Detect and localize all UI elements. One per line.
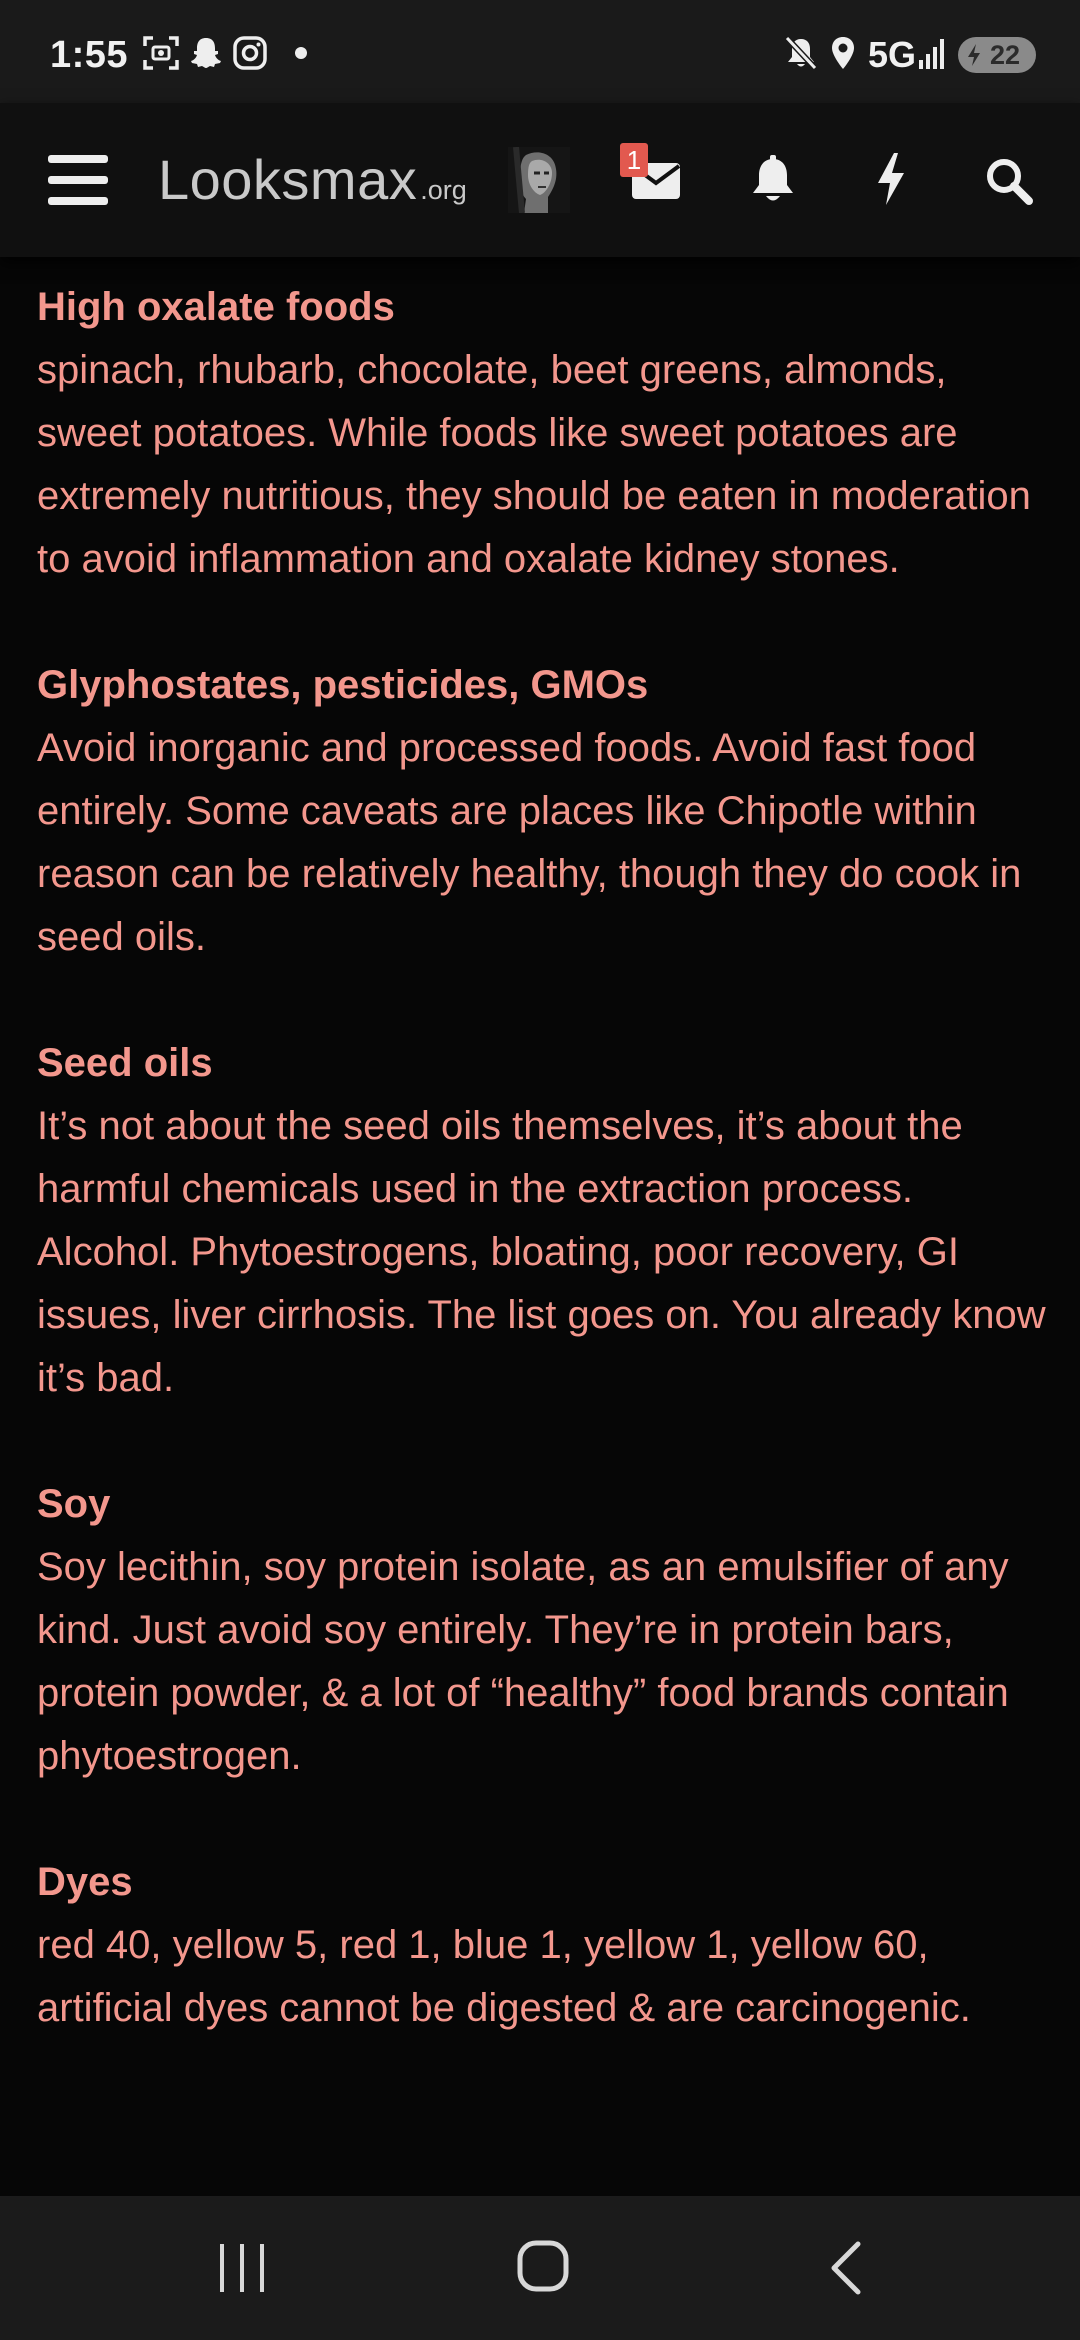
- location-icon: [830, 35, 856, 76]
- section-text: red 40, yellow 5, red 1, blue 1, yellow …: [37, 1923, 971, 2030]
- menu-icon[interactable]: [48, 155, 108, 210]
- section-text: Alcohol. Phytoestrogens, bloating, poor …: [37, 1230, 1046, 1400]
- section-oxalate: High oxalate foods spinach, rhubarb, cho…: [37, 276, 1047, 591]
- search-icon[interactable]: [985, 157, 1033, 210]
- section-seed-oils: Seed oils It’s not about the seed oils t…: [37, 1032, 1047, 1410]
- status-bar-left: 1:55: [50, 30, 308, 80]
- inbox-badge: 1: [620, 143, 648, 177]
- signal-icon: [918, 36, 948, 75]
- navigation-bar: [0, 2196, 1080, 2340]
- section-dyes: Dyes red 40, yellow 5, red 1, blue 1, ye…: [37, 1851, 1047, 2040]
- screenshot-icon: [142, 35, 180, 76]
- status-bar-right: 5G 22: [784, 30, 1036, 80]
- section-text: Soy lecithin, soy protein isolate, as an…: [37, 1545, 1009, 1778]
- section-title: Dyes: [37, 1860, 133, 1904]
- section-title: Glyphostates, pesticides, GMOs: [37, 663, 649, 707]
- recent-apps-button[interactable]: [218, 2242, 266, 2299]
- section-title: High oxalate foods: [37, 285, 395, 329]
- logo-suffix: .org: [420, 175, 467, 205]
- section-text: It’s not about the seed oils themselves,…: [37, 1104, 963, 1211]
- section-soy: Soy Soy lecithin, soy protein isolate, a…: [37, 1473, 1047, 1788]
- logo-text: Looksmax: [158, 148, 418, 211]
- site-logo[interactable]: Looksmax .org: [158, 147, 467, 212]
- mute-icon: [784, 35, 818, 76]
- snapchat-icon: [188, 35, 224, 76]
- home-button[interactable]: [517, 2240, 569, 2297]
- article-content: High oxalate foods spinach, rhubarb, cho…: [37, 276, 1047, 2103]
- instagram-icon: [232, 35, 268, 76]
- section-title: Soy: [37, 1482, 111, 1526]
- battery-charging-icon: 22: [958, 37, 1036, 73]
- back-button[interactable]: [826, 2240, 866, 2301]
- battery-level: 22: [989, 39, 1021, 70]
- bell-icon[interactable]: [751, 153, 795, 210]
- site-header: Looksmax .org 1: [0, 103, 1080, 257]
- network-type: 5G: [867, 34, 916, 75]
- dot-icon: [294, 46, 308, 65]
- avatar[interactable]: [508, 147, 570, 213]
- bolt-icon[interactable]: [874, 151, 908, 212]
- section-text: Avoid inorganic and processed foods. Avo…: [37, 726, 1022, 959]
- status-bar: 1:55 5G 22: [0, 0, 1080, 103]
- section-title: Seed oils: [37, 1041, 213, 1085]
- section-glyphosates: Glyphostates, pesticides, GMOs Avoid ino…: [37, 654, 1047, 969]
- section-text: spinach, rhubarb, chocolate, beet greens…: [37, 348, 1031, 581]
- status-time: 1:55: [50, 33, 129, 76]
